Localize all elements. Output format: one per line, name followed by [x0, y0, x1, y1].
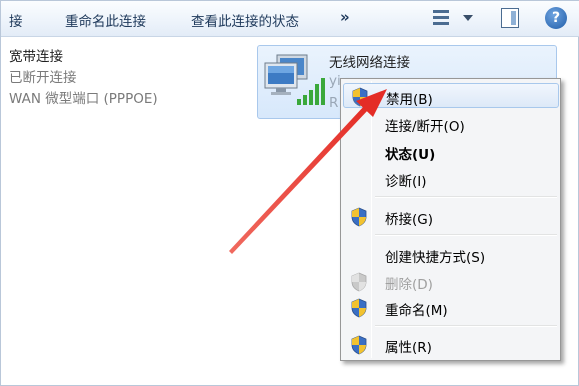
rename-connection-button[interactable]: 重命名此连接 [65, 10, 146, 30]
menu-item-connect-disconnect[interactable]: 连接/断开(O) [343, 111, 559, 136]
command-toolbar: 接 重命名此连接 查看此连接的状态 » ? [1, 1, 579, 37]
connection-device: WAN 微型端口 (PPPOE) [9, 91, 158, 107]
broadband-connection-item[interactable]: 宽带连接 已断开连接 WAN 微型端口 (PPPOE) [9, 47, 158, 110]
toolbar-item-partial[interactable]: 接 [9, 10, 23, 30]
menu-item-label: 创建快捷方式(S) [385, 250, 486, 266]
menu-item-label: 状态(U) [385, 147, 436, 163]
menu-separator [375, 234, 557, 236]
wireless-connection-adapter: R [329, 95, 339, 111]
menu-separator [375, 196, 557, 198]
uac-shield-icon [351, 335, 367, 355]
menu-item-delete[interactable]: 删除(D) [343, 269, 559, 294]
menu-item-create-shortcut[interactable]: 创建快捷方式(S) [343, 242, 559, 267]
menu-item-label: 诊断(I) [385, 174, 427, 190]
uac-shield-icon [351, 207, 367, 227]
menu-item-label: 禁用(B) [386, 92, 433, 108]
menu-item-properties[interactable]: 属性(R) [343, 332, 559, 357]
menu-item-label: 删除(D) [385, 277, 433, 293]
wireless-network-icon [264, 54, 325, 105]
wireless-connection-name: 无线网络连接 [329, 55, 410, 71]
uac-shield-icon [351, 272, 367, 292]
connection-status: 已断开连接 [9, 70, 77, 86]
menu-item-diagnose[interactable]: 诊断(I) [343, 166, 559, 191]
view-status-button[interactable]: 查看此连接的状态 [191, 10, 299, 30]
menu-item-rename[interactable]: 重命名(M) [343, 295, 559, 320]
menu-item-disable[interactable]: 禁用(B) [343, 83, 559, 108]
help-icon[interactable]: ? [545, 7, 567, 29]
change-view-icon[interactable] [431, 8, 453, 28]
connection-name: 宽带连接 [9, 49, 63, 65]
context-menu: 禁用(B) 连接/断开(O) 状态(U) 诊断(I) 桥接(G) 创建快捷方式(… [340, 78, 561, 361]
more-commands-button[interactable]: » [340, 8, 350, 26]
window-frame: 接 重命名此连接 查看此连接的状态 » ? 宽带连接 已断开连接 WAN 微型端… [0, 0, 579, 386]
preview-pane-icon[interactable] [501, 8, 519, 28]
menu-item-status[interactable]: 状态(U) [343, 139, 559, 164]
uac-shield-icon [351, 298, 367, 318]
uac-shield-icon [352, 87, 368, 107]
menu-item-label: 桥接(G) [385, 212, 433, 228]
wireless-connection-network: yi [329, 73, 341, 89]
menu-item-bridge[interactable]: 桥接(G) [343, 204, 559, 229]
menu-item-label: 连接/断开(O) [385, 119, 465, 135]
menu-item-label: 属性(R) [385, 340, 432, 356]
view-options-dropdown-icon[interactable] [463, 15, 473, 21]
menu-separator [375, 325, 557, 327]
menu-item-label: 重命名(M) [385, 303, 448, 319]
